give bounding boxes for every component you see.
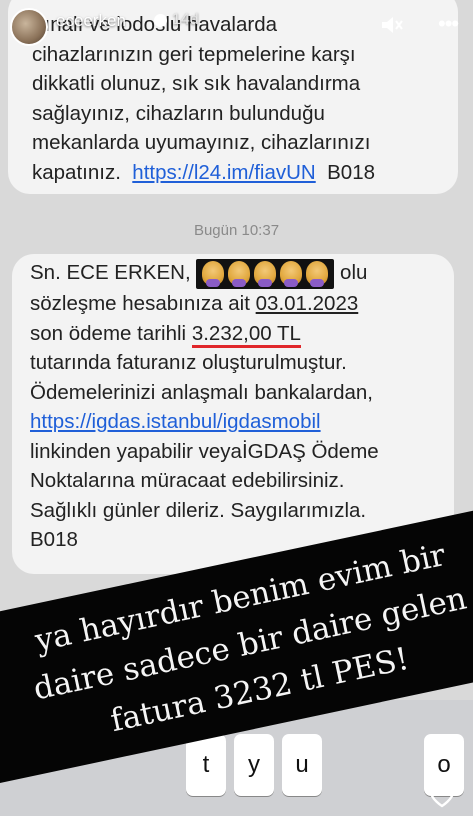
message-line: Sn. ECE ERKEN, olu [30, 258, 440, 289]
facepalm-emoji-icon [202, 261, 225, 287]
key-t[interactable]: t [186, 734, 226, 796]
sms-link[interactable]: https://igdas.istanbul/igdasmobil [30, 407, 440, 437]
mute-icon[interactable] [380, 14, 404, 36]
message-line: Sağlıklı günler dileriz. Saygılarımızla. [30, 498, 367, 522]
story-time: 14d [172, 11, 199, 28]
facepalm-emoji-icon [306, 261, 329, 287]
story-header: eceerken 14d ••• [0, 0, 473, 54]
invoice-amount: 3.232,00 TL [191, 321, 301, 348]
sms-bubble-invoice: Sn. ECE ERKEN, olu sözleşme hesabınıza a… [12, 254, 454, 574]
message-line: tutarında faturanız oluşturulmuştur. [30, 351, 347, 374]
message-line: linkinden yapabilir veyaİGDAŞ Ödeme [30, 439, 379, 463]
message-line: mekanlarda uyumayınız, cihazlarınızı [32, 131, 371, 154]
key-u[interactable]: u [282, 734, 322, 796]
message-line: kapatınız. https://l24.im/fiavUN B018 [32, 158, 440, 188]
facepalm-emoji-icon [228, 261, 251, 287]
sms-link[interactable]: https://l24.im/fiavUN [132, 161, 315, 184]
message-line: son ödeme tarihli 3.232,00 TL [30, 319, 440, 349]
message-text: son ödeme tarihli [30, 321, 187, 345]
censor-bar [196, 259, 335, 289]
message-line: Ödemelerinizi anlaşmalı bankalardan, [30, 380, 373, 404]
message-line: sağlayınız, cihazların bulunduğu [32, 101, 325, 125]
message-line: dikkatli olunuz, sık sık havalandırma [32, 72, 361, 95]
greeting-text: Sn. ECE ERKEN, [30, 261, 191, 284]
greeting-tail: olu [340, 261, 368, 284]
facepalm-emoji-icon [254, 261, 277, 287]
message-line: sözleşme hesabınıza ait 03.01.2023 [30, 289, 440, 319]
message-text: sözleşme hesabınıza ait [30, 292, 250, 315]
verified-icon [154, 14, 167, 27]
message-line: Noktalarına müracaat edebilirsiniz. [30, 469, 345, 492]
due-date[interactable]: 03.01.2023 [256, 292, 359, 315]
avatar[interactable] [10, 8, 48, 46]
heart-icon[interactable] [428, 782, 456, 808]
message-text: kapatınız. [32, 160, 121, 184]
story-username[interactable]: eceerken [56, 11, 126, 31]
facepalm-emoji-icon [280, 261, 303, 287]
key-y[interactable]: y [234, 734, 274, 796]
message-code: B018 [327, 160, 376, 184]
message-date: Bugün 10:37 [193, 222, 280, 239]
more-icon[interactable]: ••• [438, 13, 459, 35]
